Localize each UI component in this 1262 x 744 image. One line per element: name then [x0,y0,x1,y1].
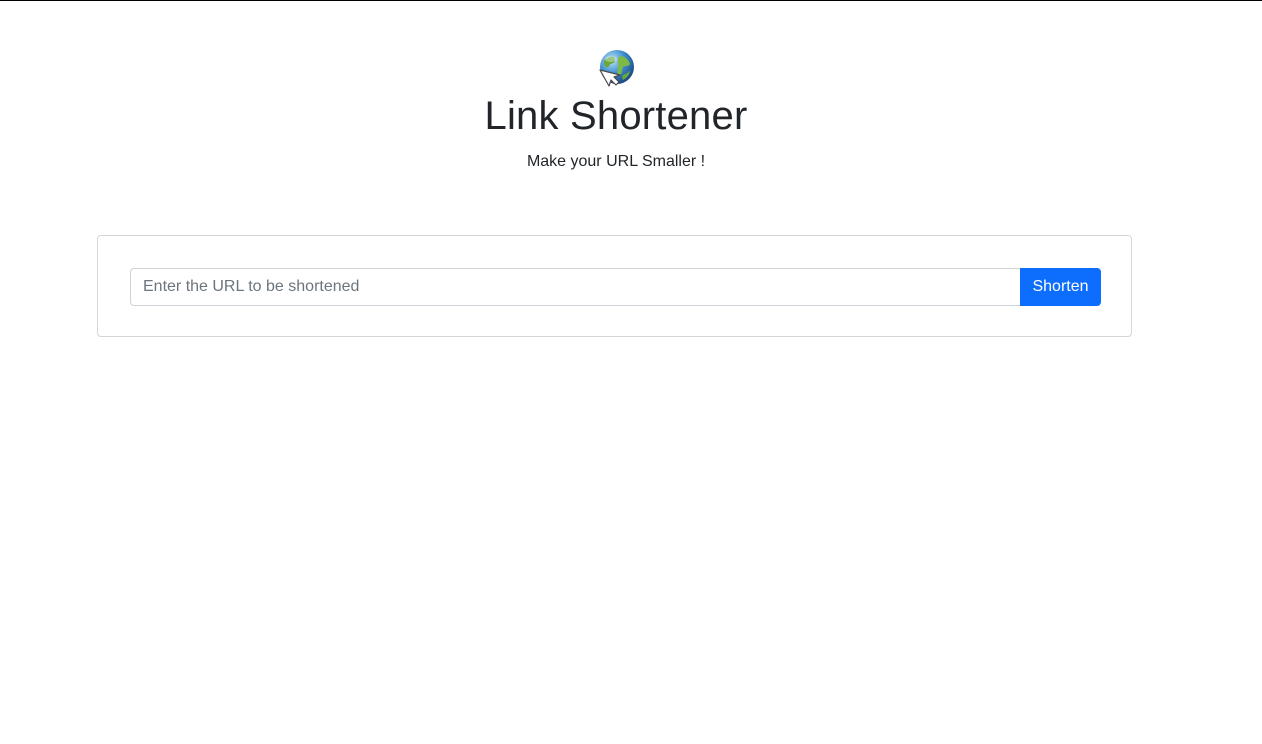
url-input[interactable] [130,268,1020,306]
shorten-form-card: Shorten [97,235,1132,337]
globe-cursor-icon [599,50,634,87]
page-header: Link Shortener Make your URL Smaller ! [0,48,1232,174]
url-input-group: Shorten [130,268,1101,306]
page-subtitle: Make your URL Smaller ! [526,153,706,170]
shorten-button[interactable]: Shorten [1020,268,1101,306]
page-title: Link Shortener [484,94,748,138]
window-top-border [0,0,1262,1]
